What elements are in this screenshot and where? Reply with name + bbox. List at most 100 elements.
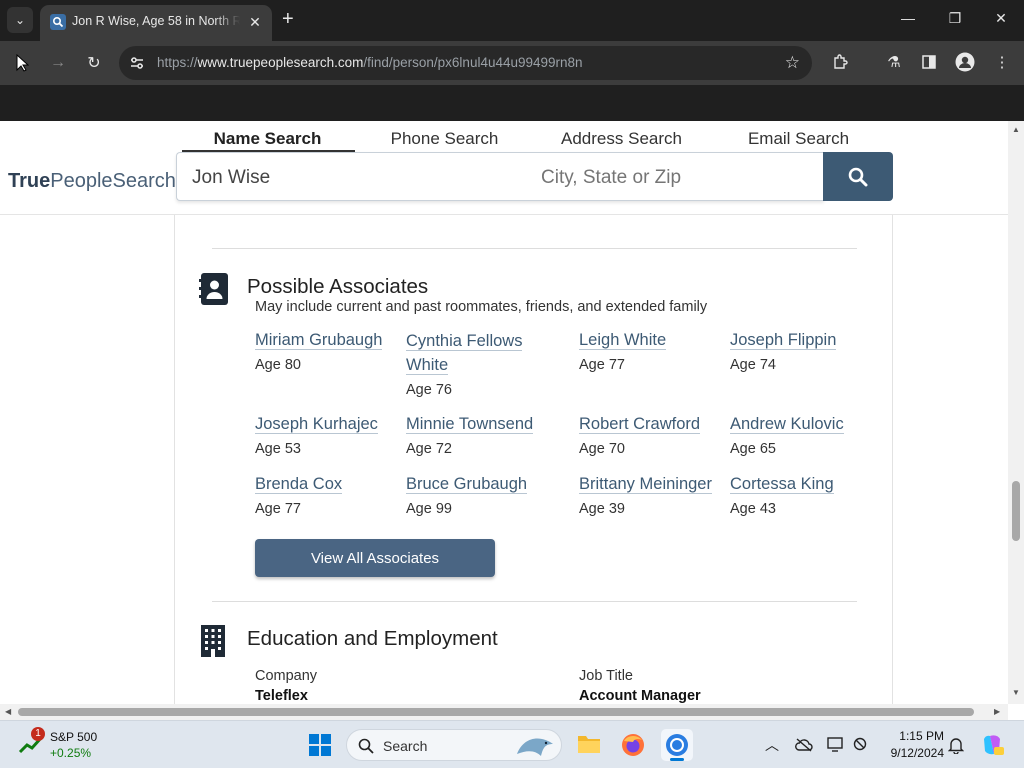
display-icon[interactable]	[826, 735, 846, 755]
search-highlight-dolphin-icon	[517, 738, 553, 756]
associate-item: Miriam Grubaugh Age 80	[255, 329, 395, 373]
clock-time[interactable]: 1:15 PM	[884, 729, 944, 743]
more-menu-icon[interactable]: ⋮	[992, 52, 1012, 72]
windows-taskbar: 1 S&P 500 +0.25% Search ︿ 1:15 PM 9/12/2…	[0, 720, 1024, 768]
tab-search-menu-button[interactable]: ⌄	[7, 7, 33, 33]
show-hidden-icons-chevron-icon[interactable]: ︿	[762, 735, 782, 755]
associate-item: Joseph Flippin Age 74	[730, 329, 880, 373]
associate-link[interactable]: Leigh White	[579, 331, 667, 350]
associate-link[interactable]: Joseph Kurhajec	[255, 415, 378, 434]
copilot-icon[interactable]	[980, 733, 1004, 757]
scroll-down-arrow-icon[interactable]: ▼	[1012, 688, 1020, 697]
associate-item: Cortessa King Age 43	[730, 473, 880, 517]
stock-change: +0.25%	[50, 746, 92, 760]
associate-item: Joseph Kurhajec Age 53	[255, 413, 395, 457]
associate-link[interactable]: Miriam Grubaugh	[255, 331, 383, 350]
bookmark-star-icon[interactable]: ☆	[785, 53, 800, 73]
associate-link[interactable]: Robert Crawford	[579, 415, 701, 434]
person-details-card: Possible Associates May include current …	[174, 215, 893, 704]
scroll-up-arrow-icon[interactable]: ▲	[1012, 125, 1020, 134]
associate-item: Leigh White Age 77	[579, 329, 724, 373]
associate-item: Minnie Townsend Age 72	[406, 413, 566, 457]
clock-date[interactable]: 9/12/2024	[874, 746, 944, 760]
associate-link[interactable]: Cortessa King	[730, 475, 834, 494]
associate-item: Andrew Kulovic Age 65	[730, 413, 880, 457]
vertical-scrollbar[interactable]: ▲ ▼	[1008, 121, 1024, 704]
url-text: https://www.truepeoplesearch.com/find/pe…	[157, 55, 583, 70]
divider	[212, 248, 857, 249]
associate-link[interactable]: Andrew Kulovic	[730, 415, 844, 434]
tab-name-search[interactable]: Name Search	[180, 129, 355, 149]
close-tab-icon[interactable]: ✕	[246, 13, 264, 31]
horizontal-scroll-thumb[interactable]	[18, 708, 974, 716]
notification-badge: 1	[31, 727, 45, 741]
associate-age: Age 70	[579, 441, 625, 457]
associate-age: Age 76	[406, 382, 452, 398]
contact-book-icon	[199, 273, 228, 305]
scroll-right-arrow-icon[interactable]: ▶	[994, 707, 1000, 716]
extensions-icon[interactable]	[830, 52, 850, 72]
associate-link[interactable]: Brenda Cox	[255, 475, 343, 494]
back-button[interactable]	[9, 50, 35, 76]
notification-bell-icon[interactable]	[946, 735, 966, 755]
chevron-down-icon: ⌄	[14, 13, 26, 27]
windows-start-icon[interactable]	[309, 734, 331, 761]
company-value: Teleflex	[255, 688, 308, 704]
file-explorer-icon[interactable]	[577, 733, 601, 760]
new-tab-button[interactable]: +	[282, 9, 294, 29]
job-title-value: Account Manager	[579, 688, 701, 704]
office-building-icon	[201, 625, 225, 657]
name-input[interactable]	[192, 167, 512, 189]
associate-item: Bruce Grubaugh Age 99	[406, 473, 566, 517]
tab-title: Jon R Wise, Age 58 in North R	[72, 14, 240, 28]
side-panel-icon[interactable]	[919, 52, 939, 72]
labs-flask-icon[interactable]: ⚗	[884, 52, 904, 72]
tab-email-search[interactable]: Email Search	[711, 129, 886, 149]
site-settings-icon[interactable]	[129, 55, 145, 71]
network-status-icon[interactable]	[852, 735, 872, 755]
web-page: TruePeopleSearch Name Search Phone Searc…	[0, 121, 1008, 704]
browser-toolbar: → ↻ https://www.truepeoplesearch.com/fin…	[0, 41, 1024, 85]
browser-tab[interactable]: Jon R Wise, Age 58 in North R ✕	[40, 5, 272, 41]
associate-link[interactable]: Bruce Grubaugh	[406, 475, 528, 494]
associate-link[interactable]: Joseph Flippin	[730, 331, 837, 350]
associate-link[interactable]: Cynthia Fellows White	[406, 332, 523, 375]
stock-name: S&P 500	[50, 730, 98, 744]
firefox-icon[interactable]	[621, 733, 645, 762]
associate-age: Age 65	[730, 441, 776, 457]
browser-infobar-area	[0, 85, 1024, 121]
horizontal-scrollbar[interactable]: ◀ ▶	[0, 704, 1008, 720]
vertical-scroll-thumb[interactable]	[1012, 481, 1020, 541]
address-bar[interactable]: https://www.truepeoplesearch.com/find/pe…	[119, 46, 812, 80]
associate-link[interactable]: Brittany Meininger	[579, 475, 712, 494]
associate-item: Robert Crawford Age 70	[579, 413, 724, 457]
associate-age: Age 77	[255, 501, 301, 517]
minimize-icon[interactable]: —	[896, 10, 920, 26]
site-logo[interactable]: TruePeopleSearch	[8, 170, 176, 193]
associate-age: Age 53	[255, 441, 301, 457]
browser-tab-bar: ⌄ Jon R Wise, Age 58 in North R ✕ + — ❐ …	[0, 0, 1024, 41]
reload-icon[interactable]: ↻	[81, 50, 107, 76]
restore-icon[interactable]: ❐	[943, 10, 967, 27]
company-label: Company	[255, 668, 318, 684]
onedrive-offline-icon[interactable]	[794, 735, 814, 755]
view-all-associates-button[interactable]: View All Associates	[255, 539, 495, 577]
taskbar-search-box[interactable]: Search	[346, 729, 562, 761]
scroll-left-arrow-icon[interactable]: ◀	[5, 707, 11, 716]
search-icon	[848, 167, 868, 186]
tab-phone-search[interactable]: Phone Search	[357, 129, 532, 149]
associate-link[interactable]: Minnie Townsend	[406, 415, 534, 434]
associate-item: Brittany Meininger Age 39	[579, 473, 729, 517]
forward-icon[interactable]: →	[45, 50, 71, 76]
location-input[interactable]	[541, 167, 811, 189]
search-button[interactable]	[823, 152, 893, 201]
associate-age: Age 99	[406, 501, 452, 517]
profile-avatar-icon[interactable]	[955, 52, 975, 72]
associates-title: Possible Associates	[247, 275, 429, 298]
chrome-taskbar-button[interactable]	[661, 729, 693, 761]
close-window-icon[interactable]: ✕	[989, 10, 1013, 27]
associate-age: Age 39	[579, 501, 625, 517]
active-app-indicator	[670, 758, 684, 761]
search-form	[176, 152, 824, 201]
tab-address-search[interactable]: Address Search	[534, 129, 709, 149]
